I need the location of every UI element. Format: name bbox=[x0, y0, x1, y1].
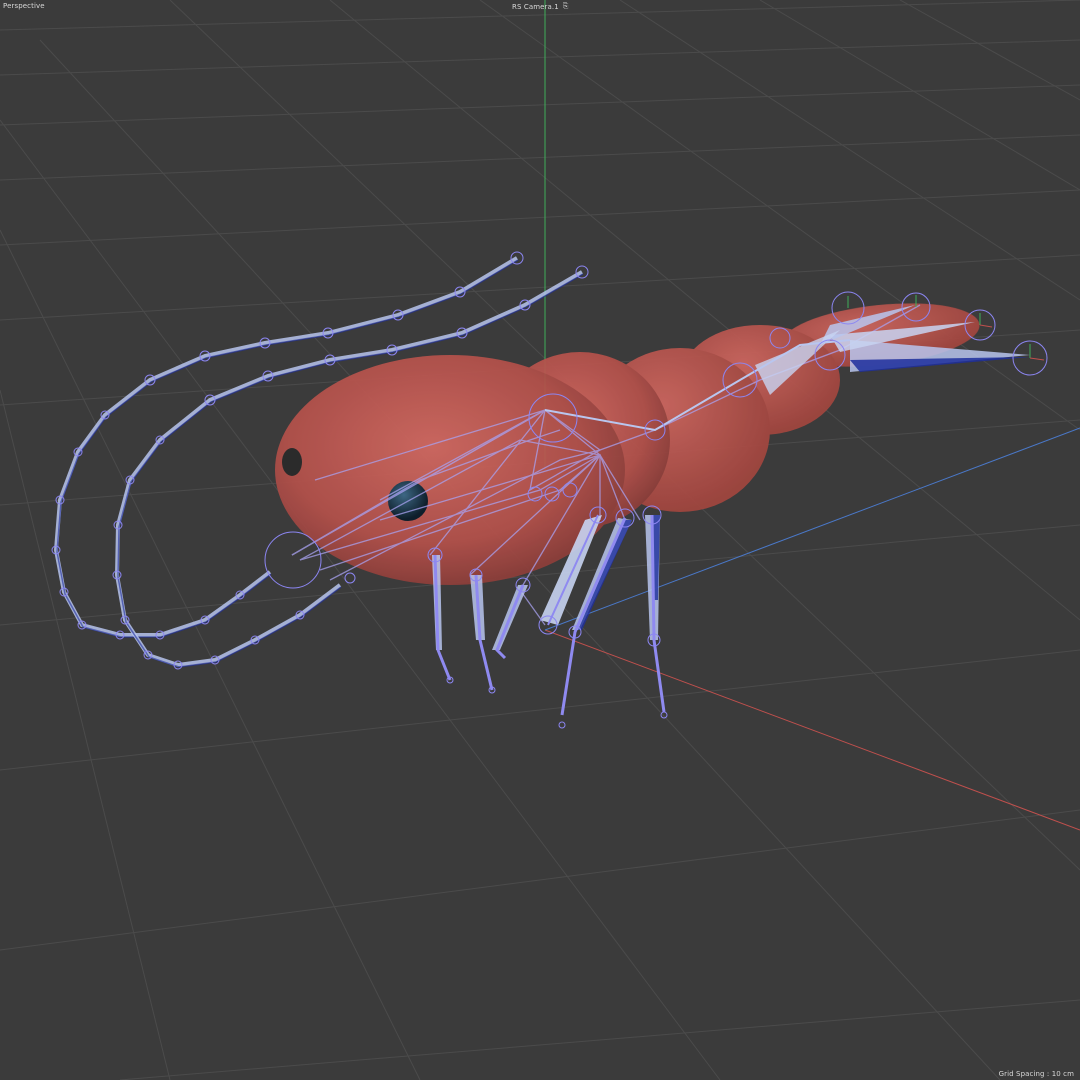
eye-stalk-highlight bbox=[282, 448, 302, 476]
camera-name[interactable]: RS Camera.1 bbox=[512, 3, 559, 11]
x-axis-line bbox=[544, 629, 1080, 831]
viewport-scene[interactable] bbox=[0, 0, 1080, 1080]
3d-viewport[interactable]: Perspective RS Camera.1 ⎘ Grid Spacing :… bbox=[0, 0, 1080, 1080]
grid-spacing-label: Grid Spacing : 10 cm bbox=[998, 1070, 1074, 1078]
view-name-label[interactable]: Perspective bbox=[3, 2, 45, 10]
active-camera-label[interactable]: RS Camera.1 ⎘ bbox=[512, 2, 568, 11]
camera-link-icon[interactable]: ⎘ bbox=[563, 2, 569, 11]
